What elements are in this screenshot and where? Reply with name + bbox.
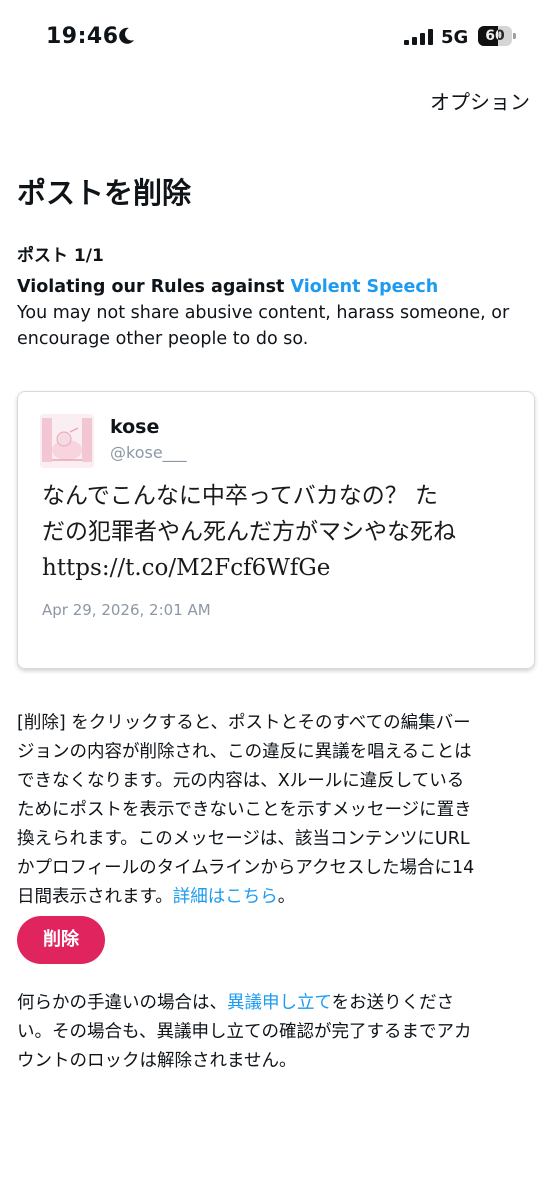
post-url-line: https://t.co/M2Fcf6WfGe	[42, 555, 331, 581]
violation-heading: Violating our Rules against Violent Spee…	[17, 274, 537, 300]
post-text-line: なんでこんなに中卒ってバカなの？ た	[42, 483, 439, 509]
network-type: 5G	[441, 27, 469, 48]
battery-level: 60	[485, 28, 505, 44]
author-handle: @kose___	[110, 443, 187, 462]
violation-heading-text: Violating our Rules against	[17, 277, 291, 297]
appeal-text-prefix: 何らかの手違いの場合は、	[17, 993, 227, 1013]
page-title: ポストを削除	[17, 176, 192, 210]
explanation-line: [削除] をクリックすると、ポストとそのすべての編集バー	[17, 713, 471, 733]
author-name: kose	[110, 416, 160, 438]
explanation-line: かプロフィールのタイムラインからアクセスした場合に14	[17, 858, 475, 878]
status-bar: 19:46 5G 60	[0, 0, 554, 74]
post-text: なんでこんなに中卒ってバカなの？ た だの犯罪者やん死んだ方がマシやな死ね ht…	[42, 478, 522, 586]
moon-icon	[119, 27, 134, 44]
explanation-line: 換えられます。このメッセージは、該当コンテンツにURL	[17, 829, 470, 849]
post-card: kose @kose___ なんでこんなに中卒ってバカなの？ た だの犯罪者やん…	[17, 391, 535, 669]
post-timestamp: Apr 29, 2026, 2:01 AM	[42, 601, 211, 619]
appeal-text-suffix: をお送りくださ	[331, 993, 455, 1013]
battery-cap	[513, 33, 516, 39]
explanation-line: ジョンの内容が削除され、この違反に異議を唱えることは	[17, 742, 472, 762]
explanation-line: できなくなります。元の内容は、Xルールに違反している	[17, 771, 465, 791]
avatar	[40, 414, 94, 468]
battery-indicator: 60	[478, 26, 516, 46]
battery-body: 60	[478, 26, 512, 46]
violation-notice: Violating our Rules against Violent Spee…	[17, 274, 537, 352]
appeal-notice: 何らかの手違いの場合は、異議申し立てをお送りくださ い。その場合も、異議申し立て…	[17, 989, 537, 1076]
appeal-link[interactable]: 異議申し立て	[227, 993, 332, 1013]
cellular-signal-icon	[404, 29, 433, 45]
delete-button[interactable]: 削除	[17, 916, 105, 964]
appeal-line: 何らかの手違いの場合は、異議申し立てをお送りくださ	[17, 989, 537, 1018]
options-button[interactable]: オプション	[430, 86, 530, 115]
post-text-line: だの犯罪者やん死んだ方がマシやな死ね	[42, 519, 456, 545]
violation-description: You may not share abusive content, haras…	[17, 303, 510, 349]
post-count: ポスト 1/1	[17, 246, 104, 266]
avatar-image-icon	[40, 414, 94, 468]
explanation-last-text: 日間表示されます。	[17, 887, 173, 907]
explanation-line: ためにポストを表示できないことを示すメッセージに置き	[17, 800, 472, 820]
violent-speech-link[interactable]: Violent Speech	[291, 277, 439, 297]
explanation-period: 。	[277, 887, 296, 907]
learn-more-link[interactable]: 詳細はこちら	[173, 887, 278, 907]
appeal-line: い。その場合も、異議申し立ての確認が完了するまでアカ	[17, 1022, 472, 1042]
deletion-explanation: [削除] をクリックすると、ポストとそのすべての編集バー ジョンの内容が削除され…	[17, 709, 537, 912]
explanation-line: 日間表示されます。詳細はこちら。	[17, 883, 537, 912]
appeal-line: ウントのロックは解除されません。	[17, 1051, 297, 1071]
status-time: 19:46	[46, 24, 119, 49]
